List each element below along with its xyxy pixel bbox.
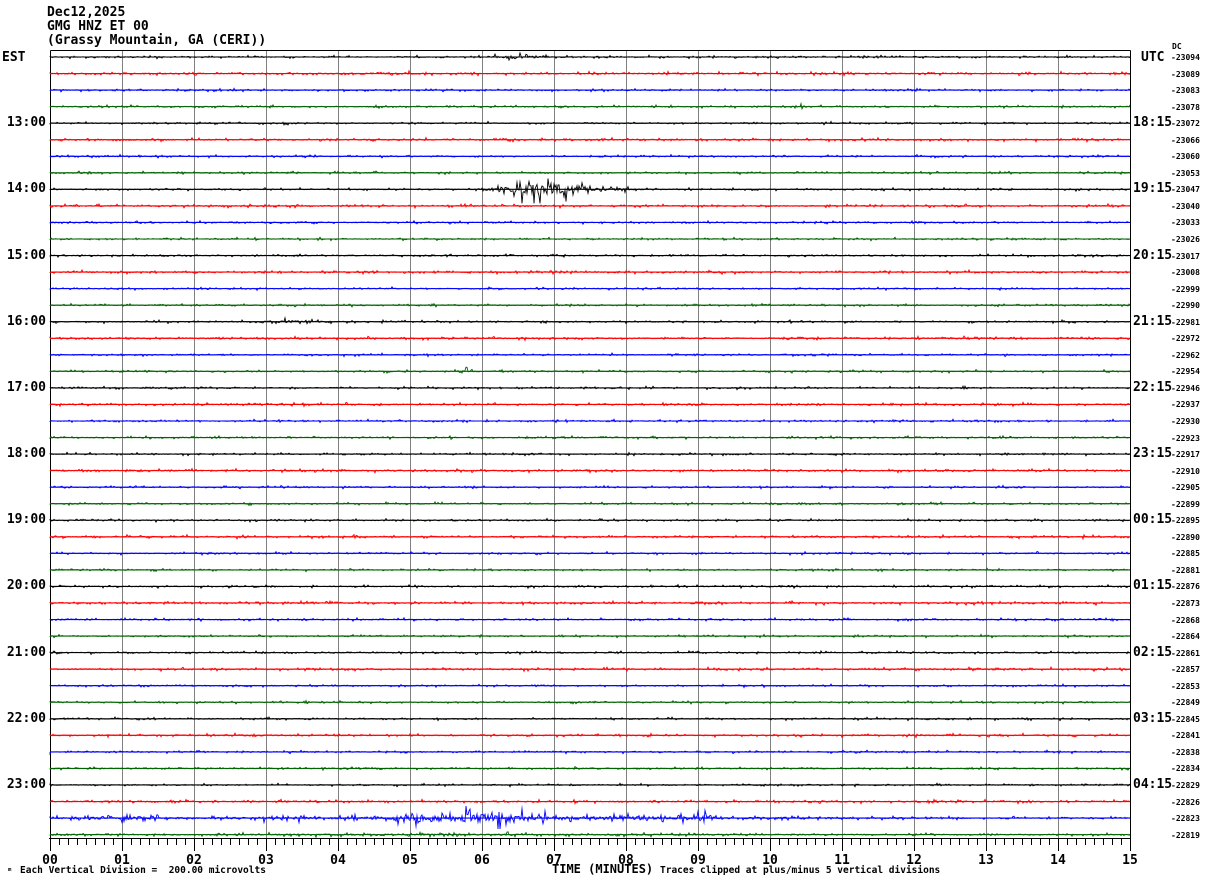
trace-count-label: -22881 — [1171, 566, 1200, 575]
utc-hour-label: 19:15 — [1133, 181, 1173, 196]
trace-count-label: -23040 — [1171, 202, 1200, 211]
est-hour-label: 14:00 — [6, 181, 46, 196]
trace-count-label: -23017 — [1171, 252, 1200, 261]
trace-count-label: -22876 — [1171, 582, 1200, 591]
x-axis-title: TIME (MINUTES) — [552, 862, 654, 876]
est-hour-label: 23:00 — [6, 777, 46, 792]
utc-hour-label: 04:15 — [1133, 777, 1173, 792]
est-hour-label: 15:00 — [6, 248, 46, 263]
trace-count-label: -22864 — [1171, 632, 1200, 641]
est-hour-label: 19:00 — [6, 512, 46, 527]
est-hour-label: 20:00 — [6, 578, 46, 593]
trace-count-label: -22962 — [1171, 351, 1200, 360]
trace-count-label: -22910 — [1171, 467, 1200, 476]
trace-count-label: -22861 — [1171, 649, 1200, 658]
trace-count-label: -22999 — [1171, 285, 1200, 294]
seismogram-plot — [0, 0, 1210, 886]
trace-count-label: -23078 — [1171, 103, 1200, 112]
trace-count-label: -22990 — [1171, 301, 1200, 310]
left-axis-header: EST — [2, 50, 26, 65]
right-axis-header: UTC — [1141, 50, 1165, 65]
trace-count-label: -22946 — [1171, 384, 1200, 393]
trace-count-label: -22873 — [1171, 599, 1200, 608]
trace-count-label: -23008 — [1171, 268, 1200, 277]
trace-count-label: -23053 — [1171, 169, 1200, 178]
utc-hour-label: 01:15 — [1133, 578, 1173, 593]
footnote-clip: Traces clipped at plus/minus 5 vertical … — [660, 865, 941, 876]
utc-hour-label: 23:15 — [1133, 446, 1173, 461]
trace-count-label: -23033 — [1171, 218, 1200, 227]
est-hour-label: 13:00 — [6, 115, 46, 130]
x-tick-label: 06 — [474, 853, 490, 868]
trace-count-label: -23089 — [1171, 70, 1200, 79]
x-tick-label: 04 — [330, 853, 346, 868]
x-tick-label: 05 — [402, 853, 418, 868]
trace-count-label: -22895 — [1171, 516, 1200, 525]
trace-count-label: -22930 — [1171, 417, 1200, 426]
x-tick-label: 15 — [1122, 853, 1138, 868]
trace-count-label: -23083 — [1171, 86, 1200, 95]
trace-count-label: -22823 — [1171, 814, 1200, 823]
trace-count-label: -23072 — [1171, 119, 1200, 128]
trace-count-label: -22923 — [1171, 434, 1200, 443]
trace-count-label: -22868 — [1171, 616, 1200, 625]
trace-count-label: -22917 — [1171, 450, 1200, 459]
trace-count-label: -22819 — [1171, 831, 1200, 840]
trace-count-label: -22954 — [1171, 367, 1200, 376]
trace-count-label: -22845 — [1171, 715, 1200, 724]
utc-hour-label: 21:15 — [1133, 314, 1173, 329]
est-hour-label: 17:00 — [6, 380, 46, 395]
trace-count-label: -22972 — [1171, 334, 1200, 343]
est-hour-label: 21:00 — [6, 645, 46, 660]
trace-count-label: -23047 — [1171, 185, 1200, 194]
trace-count-label: -22826 — [1171, 798, 1200, 807]
trace-count-label: -22857 — [1171, 665, 1200, 674]
trace-count-label: -22885 — [1171, 549, 1200, 558]
utc-hour-label: 02:15 — [1133, 645, 1173, 660]
trace-count-label: -22853 — [1171, 682, 1200, 691]
title-location: (Grassy Mountain, GA (CERI)) — [47, 33, 267, 48]
trace-count-label: -22841 — [1171, 731, 1200, 740]
trace-count-label: -22899 — [1171, 500, 1200, 509]
trace-count-label: -22838 — [1171, 748, 1200, 757]
trace-count-label: -22890 — [1171, 533, 1200, 542]
est-hour-label: 16:00 — [6, 314, 46, 329]
utc-hour-label: 00:15 — [1133, 512, 1173, 527]
utc-hour-label: 20:15 — [1133, 248, 1173, 263]
x-tick-label: 14 — [1050, 853, 1066, 868]
x-tick-label: 13 — [978, 853, 994, 868]
est-hour-label: 22:00 — [6, 711, 46, 726]
title-station: GMG HNZ ET 00 — [47, 19, 149, 34]
utc-hour-label: 18:15 — [1133, 115, 1173, 130]
trace-count-label: -23094 — [1171, 53, 1200, 62]
trace-count-label: -23026 — [1171, 235, 1200, 244]
trace-count-label: -23066 — [1171, 136, 1200, 145]
title-date: Dec12,2025 — [47, 5, 126, 20]
dc-label: DC — [1172, 42, 1182, 51]
trace-count-label: -23060 — [1171, 152, 1200, 161]
footnote-scale: Each Vertical Division = 200.00 microvol… — [20, 865, 266, 876]
trace-count-label: -22834 — [1171, 764, 1200, 773]
trace-count-label: -22937 — [1171, 400, 1200, 409]
trace-count-label: -22829 — [1171, 781, 1200, 790]
trace-count-label: -22905 — [1171, 483, 1200, 492]
utc-hour-label: 22:15 — [1133, 380, 1173, 395]
corner-mark: ₘ — [7, 864, 13, 874]
trace-count-label: -22849 — [1171, 698, 1200, 707]
est-hour-label: 18:00 — [6, 446, 46, 461]
trace-count-label: -22981 — [1171, 318, 1200, 327]
utc-hour-label: 03:15 — [1133, 711, 1173, 726]
